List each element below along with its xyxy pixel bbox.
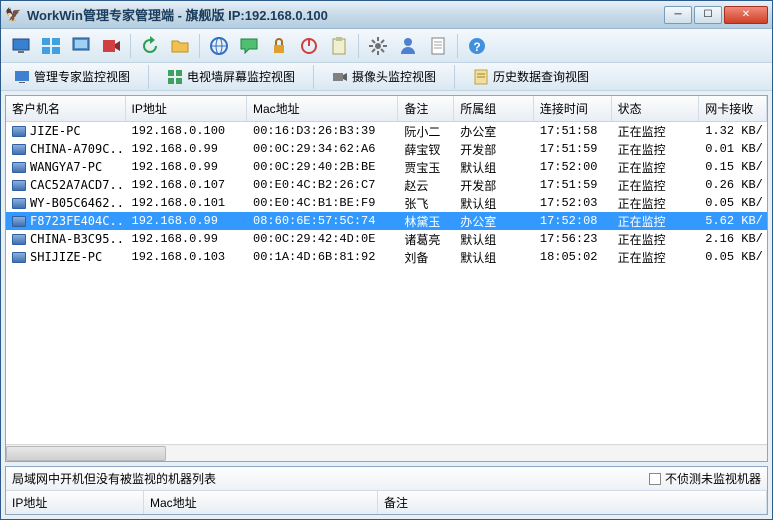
monitor-icon [12, 216, 26, 227]
col-ip[interactable]: IP地址 [126, 96, 248, 121]
no-detect-checkbox[interactable]: 不侦测未监视机器 [649, 470, 761, 487]
toolbar-network-icon[interactable] [205, 33, 233, 59]
tab-camera-view[interactable]: 摄像头监控视图 [325, 65, 443, 88]
titlebar[interactable]: 🦅 WorkWin管理专家管理端 - 旗舰版 IP:192.168.0.100 … [1, 1, 772, 29]
toolbar-folder-icon[interactable] [166, 33, 194, 59]
col-status[interactable]: 状态 [612, 96, 700, 121]
monitor-icon [12, 180, 26, 191]
monitor-icon [12, 126, 26, 137]
ucol-ip[interactable]: IP地址 [6, 491, 144, 514]
col-mac[interactable]: Mac地址 [247, 96, 398, 121]
table-row[interactable]: CHINA-B3C95...192.168.0.9900:0C:29:42:4D… [6, 230, 767, 248]
scrollbar-thumb[interactable] [6, 446, 166, 461]
tab-label: 摄像头监控视图 [352, 68, 436, 85]
col-netrx[interactable]: 网卡接收 [699, 96, 767, 121]
main-window: 🦅 WorkWin管理专家管理端 - 旗舰版 IP:192.168.0.100 … [0, 0, 773, 520]
toolbar-settings-icon[interactable] [364, 33, 392, 59]
unmonitored-header: IP地址 Mac地址 备注 [6, 491, 767, 514]
tab-tvwall-view[interactable]: 电视墙屏幕监控视图 [160, 65, 302, 88]
unmonitored-label: 局域网中开机但没有被监视的机器列表 [12, 470, 649, 487]
toolbar-wall-icon[interactable] [37, 33, 65, 59]
main-toolbar: ? [1, 29, 772, 63]
window-title: WorkWin管理专家管理端 - 旗舰版 IP:192.168.0.100 [27, 5, 664, 24]
monitor-icon [12, 162, 26, 173]
tab-history-view[interactable]: 历史数据查询视图 [466, 65, 596, 88]
ucol-mac[interactable]: Mac地址 [144, 491, 378, 514]
tab-label: 电视墙屏幕监控视图 [187, 68, 295, 85]
view-tabs: 管理专家监控视图 电视墙屏幕监控视图 摄像头监控视图 历史数据查询视图 [1, 63, 772, 91]
toolbar-help-icon[interactable]: ? [463, 33, 491, 59]
table-row[interactable]: CHINA-A709C...192.168.0.9900:0C:29:34:62… [6, 140, 767, 158]
table-header: 客户机名 IP地址 Mac地址 备注 所属组 连接时间 状态 网卡接收 [6, 96, 767, 122]
table-row[interactable]: WANGYA7-PC192.168.0.9900:0C:29:40:2B:BE贾… [6, 158, 767, 176]
table-row[interactable]: CAC52A7ACD7...192.168.0.10700:E0:4C:B2:2… [6, 176, 767, 194]
col-remark[interactable]: 备注 [398, 96, 454, 121]
col-conntime[interactable]: 连接时间 [534, 96, 612, 121]
maximize-button[interactable]: ☐ [694, 6, 722, 24]
monitor-icon [12, 198, 26, 209]
client-table: 客户机名 IP地址 Mac地址 备注 所属组 连接时间 状态 网卡接收 JIZE… [5, 95, 768, 462]
monitor-icon [12, 144, 26, 155]
toolbar-chat-icon[interactable] [235, 33, 263, 59]
minimize-button[interactable]: ─ [664, 6, 692, 24]
table-body: JIZE-PC192.168.0.10000:16:D3:26:B3:39阮小二… [6, 122, 767, 444]
col-clientname[interactable]: 客户机名 [6, 96, 126, 121]
table-row[interactable]: WY-B05C6462...192.168.0.10100:E0:4C:B1:B… [6, 194, 767, 212]
svg-text:?: ? [473, 40, 480, 54]
toolbar-document-icon[interactable] [424, 33, 452, 59]
ucol-remark[interactable]: 备注 [378, 491, 767, 514]
checkbox-label: 不侦测未监视机器 [665, 470, 761, 487]
tab-monitor-view[interactable]: 管理专家监控视图 [7, 65, 137, 88]
tab-label: 历史数据查询视图 [493, 68, 589, 85]
toolbar-user-icon[interactable] [394, 33, 422, 59]
monitor-icon [12, 252, 26, 263]
table-row[interactable]: JIZE-PC192.168.0.10000:16:D3:26:B3:39阮小二… [6, 122, 767, 140]
h-scrollbar[interactable] [6, 444, 767, 461]
unmonitored-panel: 局域网中开机但没有被监视的机器列表 不侦测未监视机器 IP地址 Mac地址 备注 [5, 466, 768, 515]
toolbar-screen-icon[interactable] [67, 33, 95, 59]
toolbar-lock-icon[interactable] [265, 33, 293, 59]
app-icon: 🦅 [5, 7, 21, 23]
toolbar-power-icon[interactable] [295, 33, 323, 59]
toolbar-monitor-icon[interactable] [7, 33, 35, 59]
toolbar-clipboard-icon[interactable] [325, 33, 353, 59]
tab-label: 管理专家监控视图 [34, 68, 130, 85]
monitor-icon [12, 234, 26, 245]
toolbar-refresh-icon[interactable] [136, 33, 164, 59]
table-row[interactable]: F8723FE404C...192.168.0.9908:60:6E:57:5C… [6, 212, 767, 230]
toolbar-record-icon[interactable] [97, 33, 125, 59]
close-button[interactable]: ✕ [724, 6, 768, 24]
col-group[interactable]: 所属组 [454, 96, 534, 121]
content-area: 客户机名 IP地址 Mac地址 备注 所属组 连接时间 状态 网卡接收 JIZE… [1, 91, 772, 519]
checkbox-icon [649, 473, 661, 485]
table-row[interactable]: SHIJIZE-PC192.168.0.10300:1A:4D:6B:81:92… [6, 248, 767, 266]
